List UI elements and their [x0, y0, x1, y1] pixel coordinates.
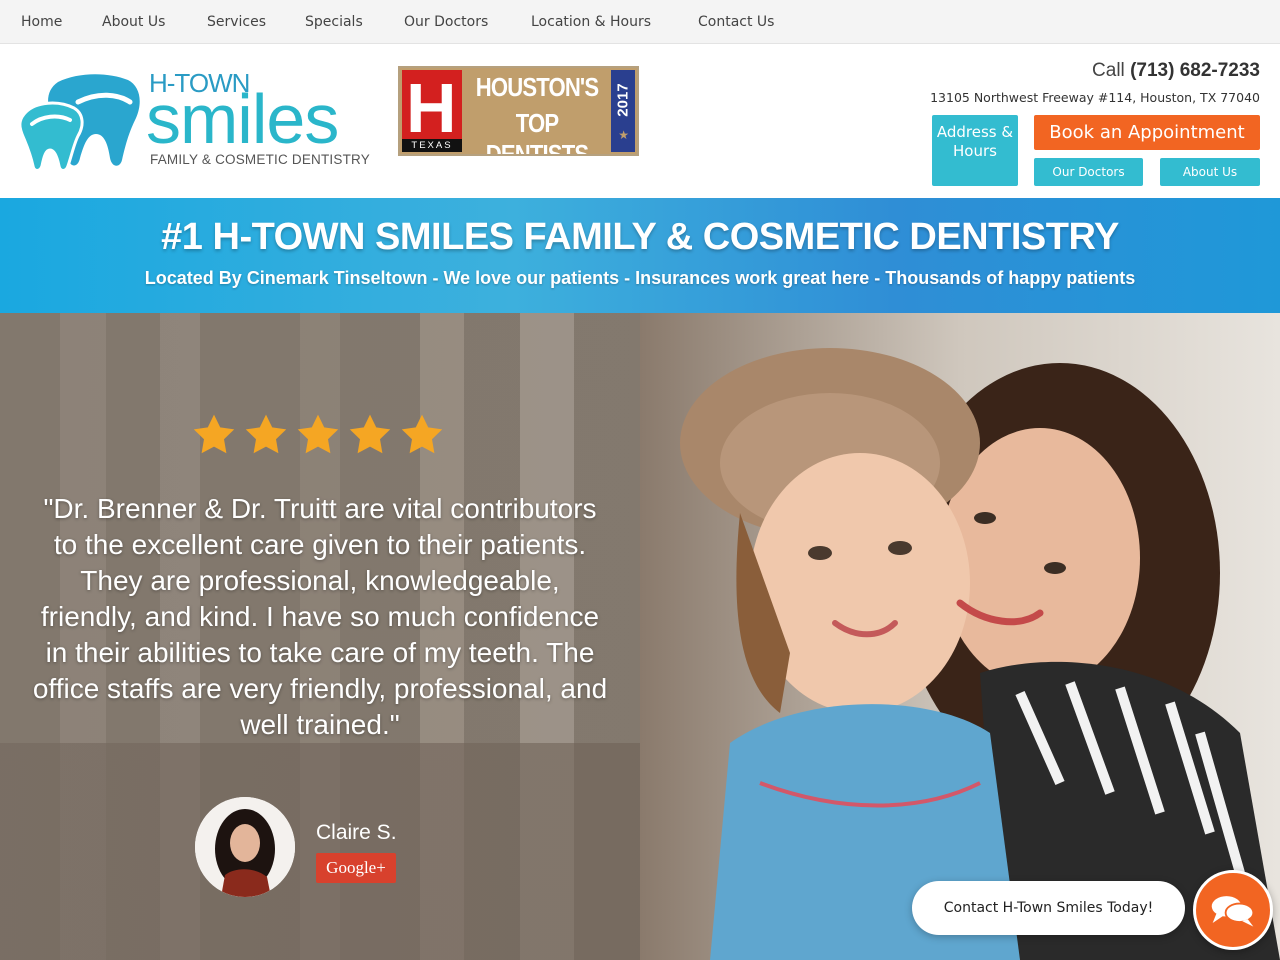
nav-location-hours[interactable]: Location & Hours — [531, 14, 651, 30]
site-header: H-TOWN smiles FAMILY & COSMETIC DENTISTR… — [0, 44, 1280, 198]
book-appointment-button[interactable]: Book an Appointment — [1034, 115, 1260, 150]
address-hours-label: Address & Hours — [936, 123, 1014, 160]
five-star-rating — [190, 411, 446, 459]
testimonial-quote: "Dr. Brenner & Dr. Truitt are vital cont… — [32, 493, 608, 740]
our-doctors-button[interactable]: Our Doctors — [1034, 158, 1143, 186]
banner-title: #1 H-TOWN SMILES FAMILY & COSMETIC DENTI… — [161, 216, 1119, 258]
star-icon — [349, 414, 391, 454]
office-address: 13105 Northwest Freeway #114, Houston, T… — [930, 90, 1260, 105]
nav-about-us[interactable]: About Us — [102, 14, 165, 30]
address-hours-button[interactable]: Address & Hours — [932, 115, 1018, 186]
call-prefix: Call — [1092, 60, 1125, 81]
star-icon — [297, 414, 339, 454]
banner-subtitle: Located By Cinemark Tinseltown - We love… — [144, 268, 1136, 288]
top-nav: Home About Us Services Specials Our Doct… — [0, 0, 1280, 44]
reviewer-name: Claire S. — [316, 821, 397, 844]
hero-banner: #1 H-TOWN SMILES FAMILY & COSMETIC DENTI… — [0, 198, 1280, 313]
nav-home[interactable]: Home — [21, 14, 62, 30]
logo-tagline: FAMILY & COSMETIC DENTISTRY — [150, 152, 370, 167]
badge-texas-label: TEXAS — [402, 139, 462, 152]
badge-title-line1: HOUSTON'S — [475, 72, 599, 102]
chat-button[interactable] — [1193, 870, 1273, 950]
logo-smiles-text: smiles — [146, 80, 339, 158]
mother-daughter-photo — [640, 313, 1280, 960]
star-icon — [193, 414, 235, 454]
site-logo[interactable]: H-TOWN smiles FAMILY & COSMETIC DENTISTR… — [18, 68, 390, 172]
badge-year-text: 2017 — [614, 83, 632, 117]
houstons-top-dentists-badge: H TEXAS HOUSTON'S TOP DENTISTS 2017 ★ — [398, 66, 639, 156]
badge-h-letter: H — [406, 69, 457, 147]
nav-our-doctors[interactable]: Our Doctors — [404, 14, 488, 30]
star-icon: ★ — [618, 128, 629, 142]
reviewer-photo — [195, 797, 295, 897]
nav-specials[interactable]: Specials — [305, 14, 363, 30]
google-plus-badge[interactable]: Google+ — [316, 853, 396, 883]
chat-prompt[interactable]: Contact H-Town Smiles Today! — [912, 881, 1185, 935]
badge-title-line2: TOP DENTISTS — [485, 108, 589, 156]
phone-number[interactable]: (713) 682-7233 — [1130, 60, 1260, 81]
tooth-icon — [18, 74, 140, 172]
nav-contact-us[interactable]: Contact Us — [698, 14, 774, 30]
star-icon — [245, 414, 287, 454]
chat-icon — [1211, 896, 1255, 927]
reviewer-avatar — [195, 797, 295, 897]
star-icon — [401, 414, 443, 454]
testimonial-hero: "Dr. Brenner & Dr. Truitt are vital cont… — [0, 313, 1280, 960]
call-phone[interactable]: Call (713) 682-7233 — [1092, 60, 1260, 82]
about-us-button[interactable]: About Us — [1160, 158, 1260, 186]
nav-services[interactable]: Services — [207, 14, 266, 30]
